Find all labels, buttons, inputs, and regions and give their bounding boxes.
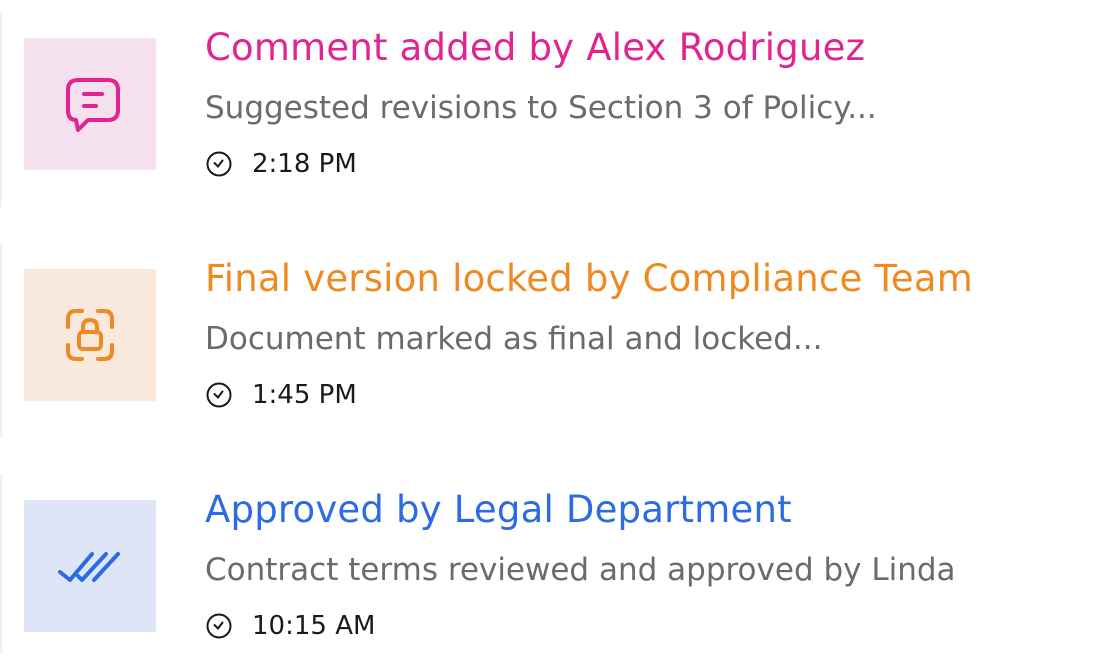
activity-time: 2:18 PM <box>252 149 357 179</box>
activity-feed: Comment added by Alex Rodriguez Suggeste… <box>0 0 1120 669</box>
clock-icon <box>206 151 232 177</box>
activity-time-row: 1:45 PM <box>205 377 357 413</box>
activity-description: Document marked as final and locked... <box>205 321 823 357</box>
double-check-icon <box>58 552 120 582</box>
activity-icon-tile <box>24 269 156 401</box>
timeline-edge <box>0 474 2 654</box>
activity-time: 1:45 PM <box>252 380 357 410</box>
activity-time-row: 2:18 PM <box>205 146 357 182</box>
activity-description: Contract terms reviewed and approved by … <box>205 552 956 588</box>
activity-title[interactable]: Comment added by Alex Rodriguez <box>205 26 865 70</box>
clock-icon <box>206 382 232 408</box>
activity-title[interactable]: Approved by Legal Department <box>205 488 792 532</box>
activity-icon-tile <box>24 500 156 632</box>
activity-time: 10:15 AM <box>252 611 376 641</box>
lock-icon <box>66 309 114 361</box>
activity-title[interactable]: Final version locked by Compliance Team <box>205 257 973 301</box>
activity-item-approved[interactable]: Approved by Legal Department Contract te… <box>0 462 1120 654</box>
activity-item-comment[interactable]: Comment added by Alex Rodriguez Suggeste… <box>0 0 1120 207</box>
timeline-edge <box>0 243 2 438</box>
activity-item-locked[interactable]: Final version locked by Compliance Team … <box>0 231 1120 438</box>
timeline-edge <box>0 12 2 207</box>
activity-icon-tile <box>24 38 156 170</box>
comment-icon <box>66 78 120 132</box>
clock-icon <box>206 613 232 639</box>
activity-time-row: 10:15 AM <box>205 608 375 644</box>
activity-description: Suggested revisions to Section 3 of Poli… <box>205 90 877 126</box>
